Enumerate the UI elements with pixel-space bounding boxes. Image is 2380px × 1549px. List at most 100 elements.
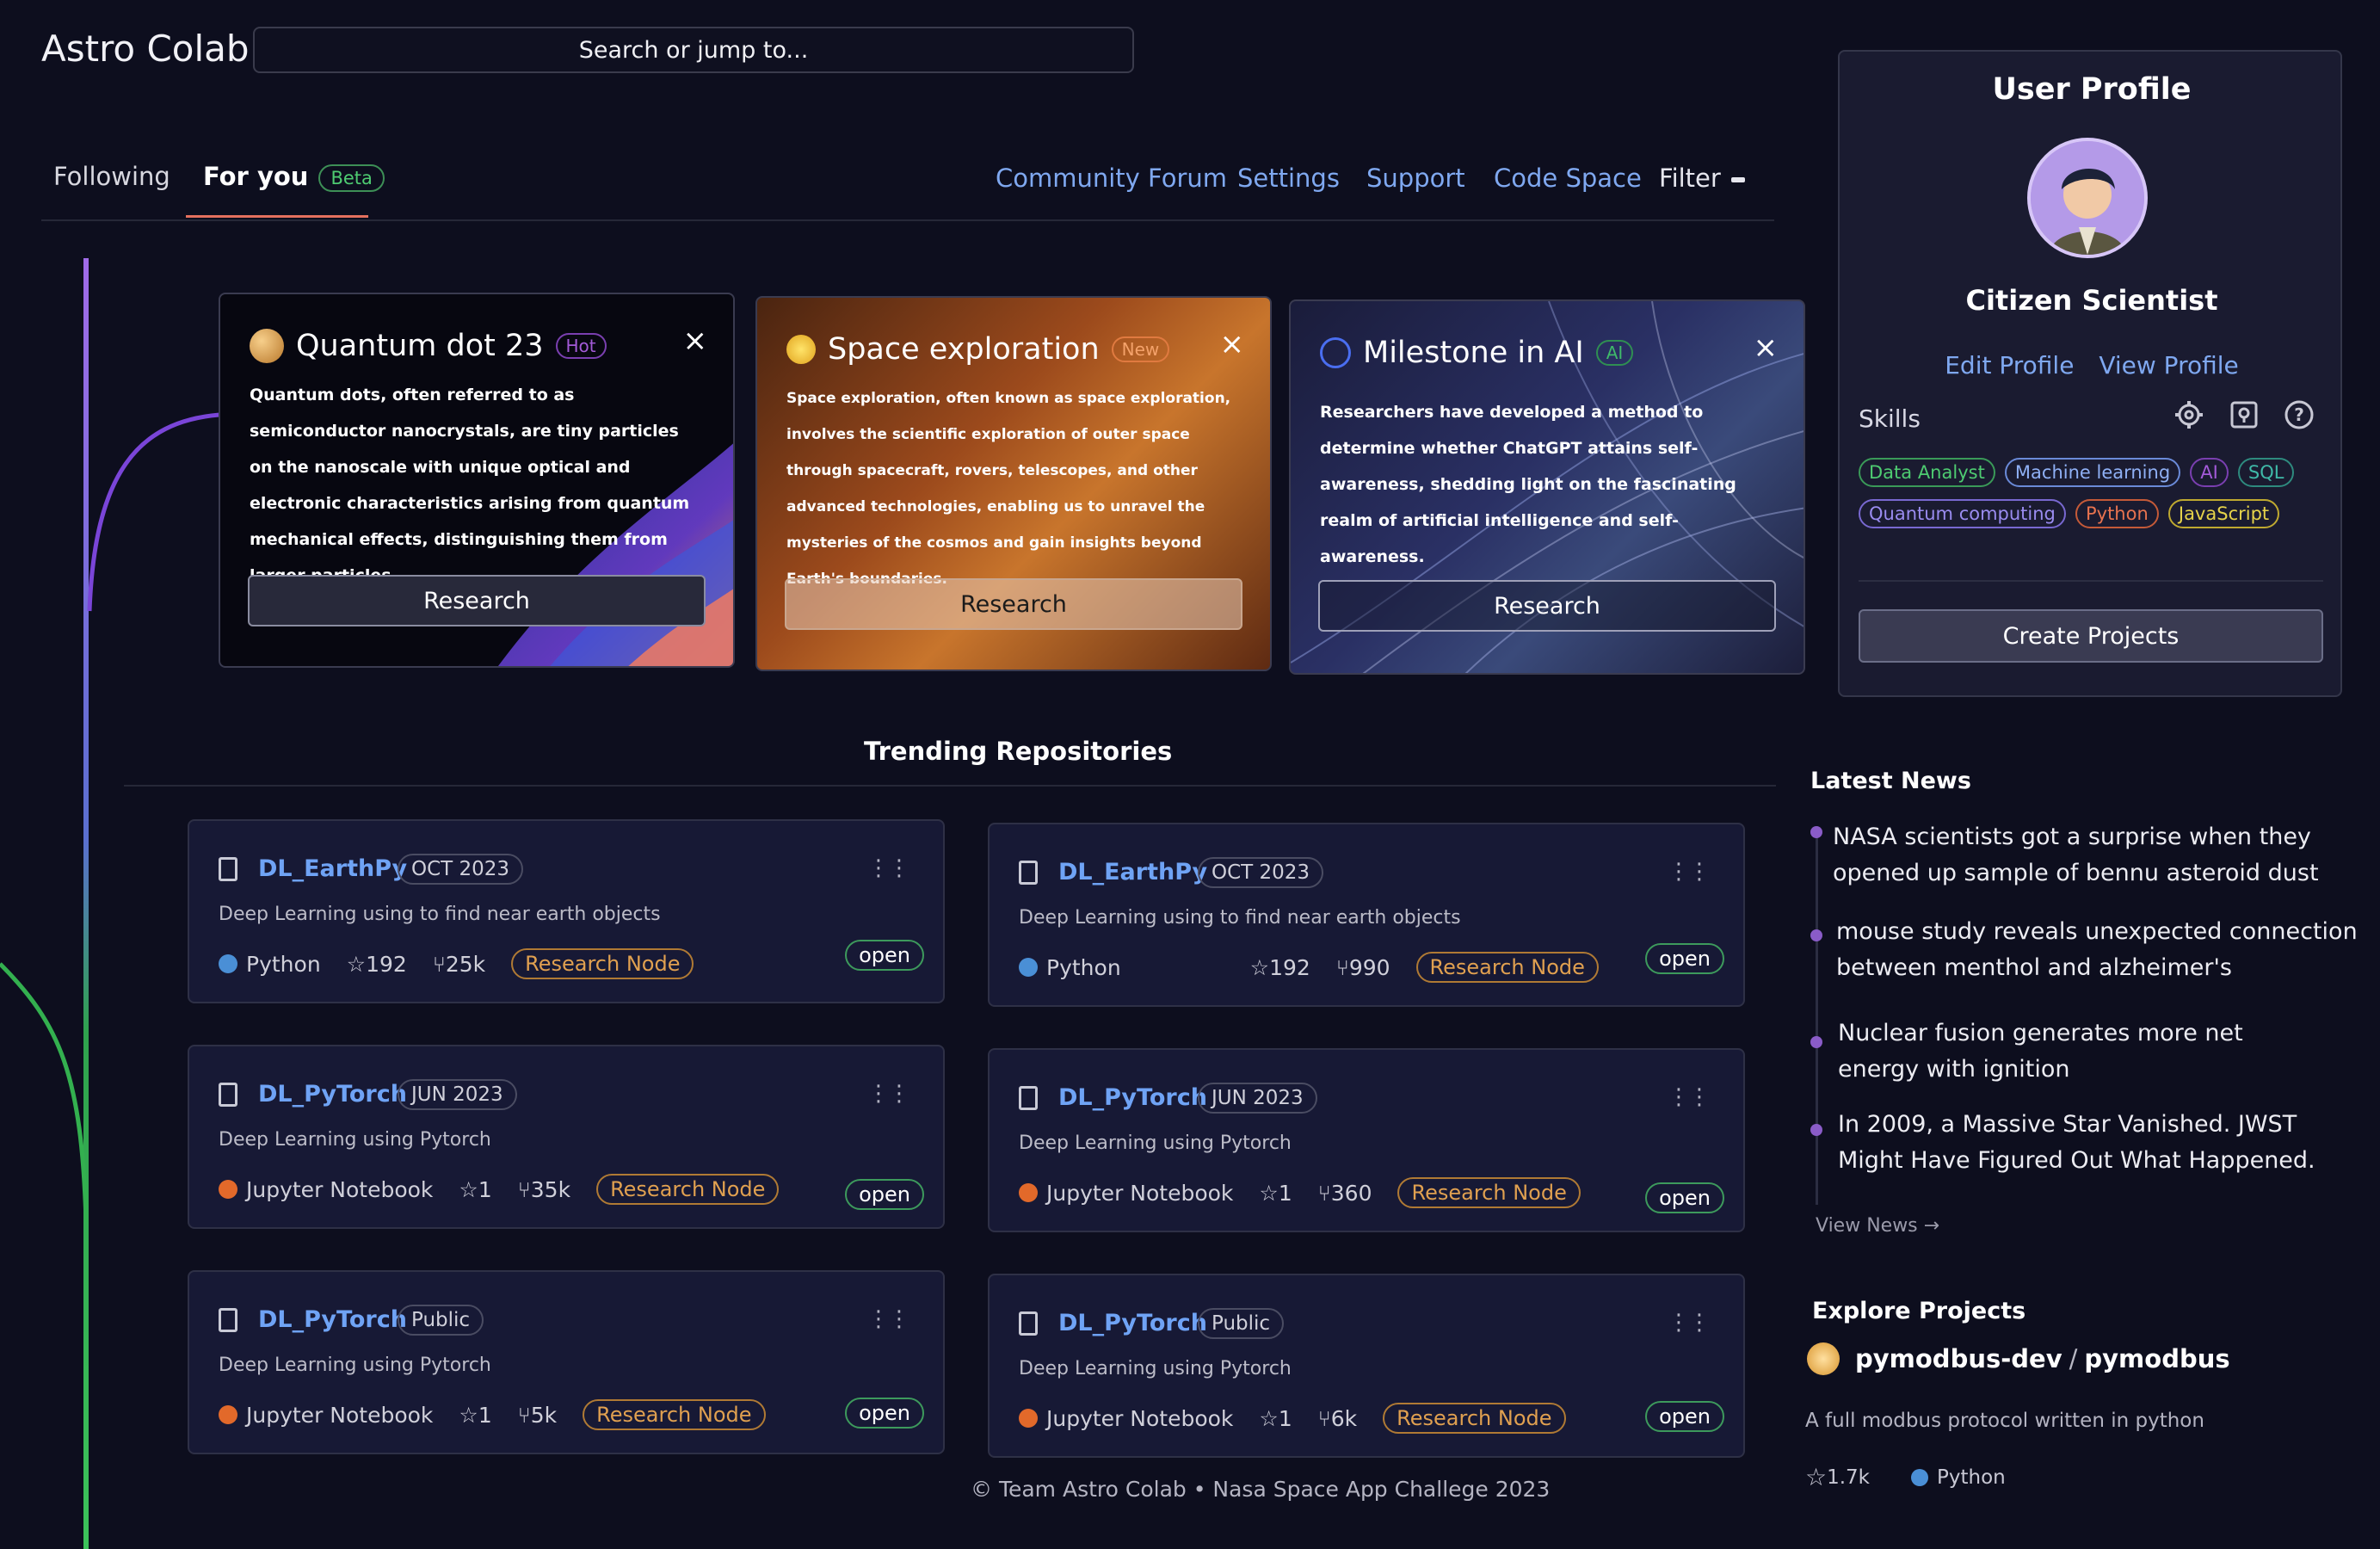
repo-name[interactable]: DL_PyTorch [1058,1310,1207,1336]
research-node-tag[interactable]: Research Node [1383,1403,1566,1434]
language-dot [1911,1468,1929,1486]
drag-handle-icon[interactable]: ⋮⋮ [1668,1310,1711,1336]
skill-tag[interactable]: AI [2190,458,2229,487]
repo-owner[interactable]: pymodbus-dev [1855,1344,2062,1373]
trending-title: Trending Repositories [864,737,1173,766]
explore-repo[interactable]: pymodbus-dev / pymodbus [1807,1342,2230,1375]
repo-card[interactable]: DL_PyTorch Public ⋮⋮ Deep Learning using… [988,1274,1745,1458]
search-input[interactable]: Search or jump to... [253,27,1134,73]
fork-icon: ⑂ [1317,1180,1331,1206]
repo-forks: 990 [1348,954,1390,980]
repo-date-badge: OCT 2023 [1198,857,1324,888]
repo-language: Python [246,951,321,977]
feature-card-ai[interactable]: Milestone in AI AI × Researchers have de… [1289,299,1805,675]
view-news-link[interactable]: View News → [1816,1215,1939,1237]
repo-name[interactable]: DL_PyTorch [1058,1084,1207,1111]
drag-handle-icon[interactable]: ⋮⋮ [1668,1084,1711,1110]
news-timeline [1816,826,1818,1205]
research-button[interactable]: Research [1318,580,1776,632]
nav-community-forum[interactable]: Community Forum [996,164,1227,193]
research-button[interactable]: Research [785,578,1242,630]
news-item[interactable]: mouse study reveals unexpected connectio… [1836,914,2377,986]
repo-visibility-badge: Public [1198,1308,1285,1339]
repo-card[interactable]: DL_PyTorch JUN 2023 ⋮⋮ Deep Learning usi… [988,1048,1745,1232]
skill-tag[interactable]: Quantum computing [1859,499,2066,528]
star-icon: ☆ [1259,1180,1279,1206]
feature-card-quantum[interactable]: Quantum dot 23 Hot × Quantum dots, often… [219,293,735,668]
feature-card-space[interactable]: Space exploration New × Space exploratio… [755,296,1272,671]
skill-tag[interactable]: Machine learning [2004,458,2181,487]
fork-icon: ⑂ [1335,954,1349,980]
gear-icon[interactable] [2173,399,2204,430]
repo-name[interactable]: DL_EarthPy [258,855,407,882]
research-node-tag[interactable]: Research Node [1397,1177,1581,1208]
research-node-tag[interactable]: Research Node [511,948,694,979]
research-node-tag[interactable]: Research Node [583,1399,766,1430]
skills-label: Skills [1859,404,1921,433]
drag-handle-icon[interactable]: ⋮⋮ [867,855,910,881]
drag-handle-icon[interactable]: ⋮⋮ [867,1081,910,1107]
edit-profile-link[interactable]: Edit Profile [1945,351,2074,380]
help-icon[interactable]: ? [2284,399,2315,430]
close-icon[interactable]: × [1220,327,1245,361]
repo-stars: 1 [478,1176,492,1202]
close-icon[interactable]: × [1754,330,1779,365]
create-projects-button[interactable]: Create Projects [1859,609,2323,663]
view-profile-link[interactable]: View Profile [2099,351,2238,380]
repo-description: Deep Learning using Pytorch [1019,1132,1292,1154]
repo-stars: 192 [366,951,407,977]
tab-for-you[interactable]: For you Beta [203,162,385,192]
repo-meta: Python ☆ 192 ⑂ 990 Research Node [1019,952,1599,983]
repo-date-badge: JUN 2023 [398,1079,517,1110]
language-dot [1019,958,1038,977]
repo-card[interactable]: DL_EarthPy OCT 2023 ⋮⋮ Deep Learning usi… [188,819,945,1003]
repo-card[interactable]: DL_EarthPy OCT 2023 ⋮⋮ Deep Learning usi… [988,823,1745,1007]
repo-name[interactable]: pymodbus [2084,1344,2229,1373]
language-dot [219,1405,237,1424]
news-bullet [1810,826,1822,838]
tab-for-you-label: For you [203,162,309,191]
drag-handle-icon[interactable]: ⋮⋮ [867,1306,910,1332]
repo-name[interactable]: DL_PyTorch [258,1081,407,1108]
repo-language: Jupyter Notebook [1046,1180,1234,1206]
research-button[interactable]: Research [248,575,706,626]
skill-tag[interactable]: Data Analyst [1859,458,1995,487]
safe-icon[interactable] [2229,399,2260,430]
nav-code-space[interactable]: Code Space [1494,164,1642,193]
nav-settings[interactable]: Settings [1237,164,1340,193]
skill-tag[interactable]: JavaScript [2167,499,2280,528]
repo-name[interactable]: DL_PyTorch [258,1306,407,1333]
news-item[interactable]: In 2009, a Massive Star Vanished. JWST M… [1838,1107,2354,1179]
filter-button[interactable]: Filter [1659,164,1745,193]
status-badge: open [845,1398,924,1429]
news-item[interactable]: Nuclear fusion generates more net energy… [1838,1015,2285,1088]
repo-forks: 360 [1330,1180,1372,1206]
app-title[interactable]: Astro Colab [41,28,250,70]
close-icon[interactable]: × [683,324,708,358]
skill-tag[interactable]: SQL [2237,458,2295,487]
new-badge: New [1111,336,1170,362]
star-icon: ☆ [346,951,367,977]
feature-card-body: Space exploration, often known as space … [786,390,1231,588]
avatar[interactable] [2027,138,2148,258]
sparkle-icon [786,335,816,364]
nav-support[interactable]: Support [1366,164,1465,193]
repo-card[interactable]: DL_PyTorch Public ⋮⋮ Deep Learning using… [188,1270,945,1454]
drag-handle-icon[interactable]: ⋮⋮ [1668,859,1711,885]
repo-name[interactable]: DL_EarthPy [1058,859,1207,886]
explore-repo-description: A full modbus protocol written in python [1805,1410,2204,1432]
explore-repo-meta: ☆ 1.7k Python [1805,1463,2006,1491]
profile-links: Edit Profile View Profile [1840,351,2344,380]
repo-language: Jupyter Notebook [246,1402,434,1428]
research-node-tag[interactable]: Research Node [596,1174,780,1205]
profile-divider [1859,580,2323,582]
tab-following[interactable]: Following [53,162,170,191]
user-profile-panel: User Profile Citizen Scientist Edit Prof… [1838,50,2342,697]
news-item[interactable]: NASA scientists got a surprise when they… [1833,819,2366,892]
skill-tag[interactable]: Python [2075,499,2159,528]
beta-badge: Beta [318,164,385,192]
repo-icon [219,1083,237,1107]
filter-icon [1730,177,1745,182]
repo-card[interactable]: DL_PyTorch JUN 2023 ⋮⋮ Deep Learning usi… [188,1045,945,1229]
research-node-tag[interactable]: Research Node [1415,952,1599,983]
